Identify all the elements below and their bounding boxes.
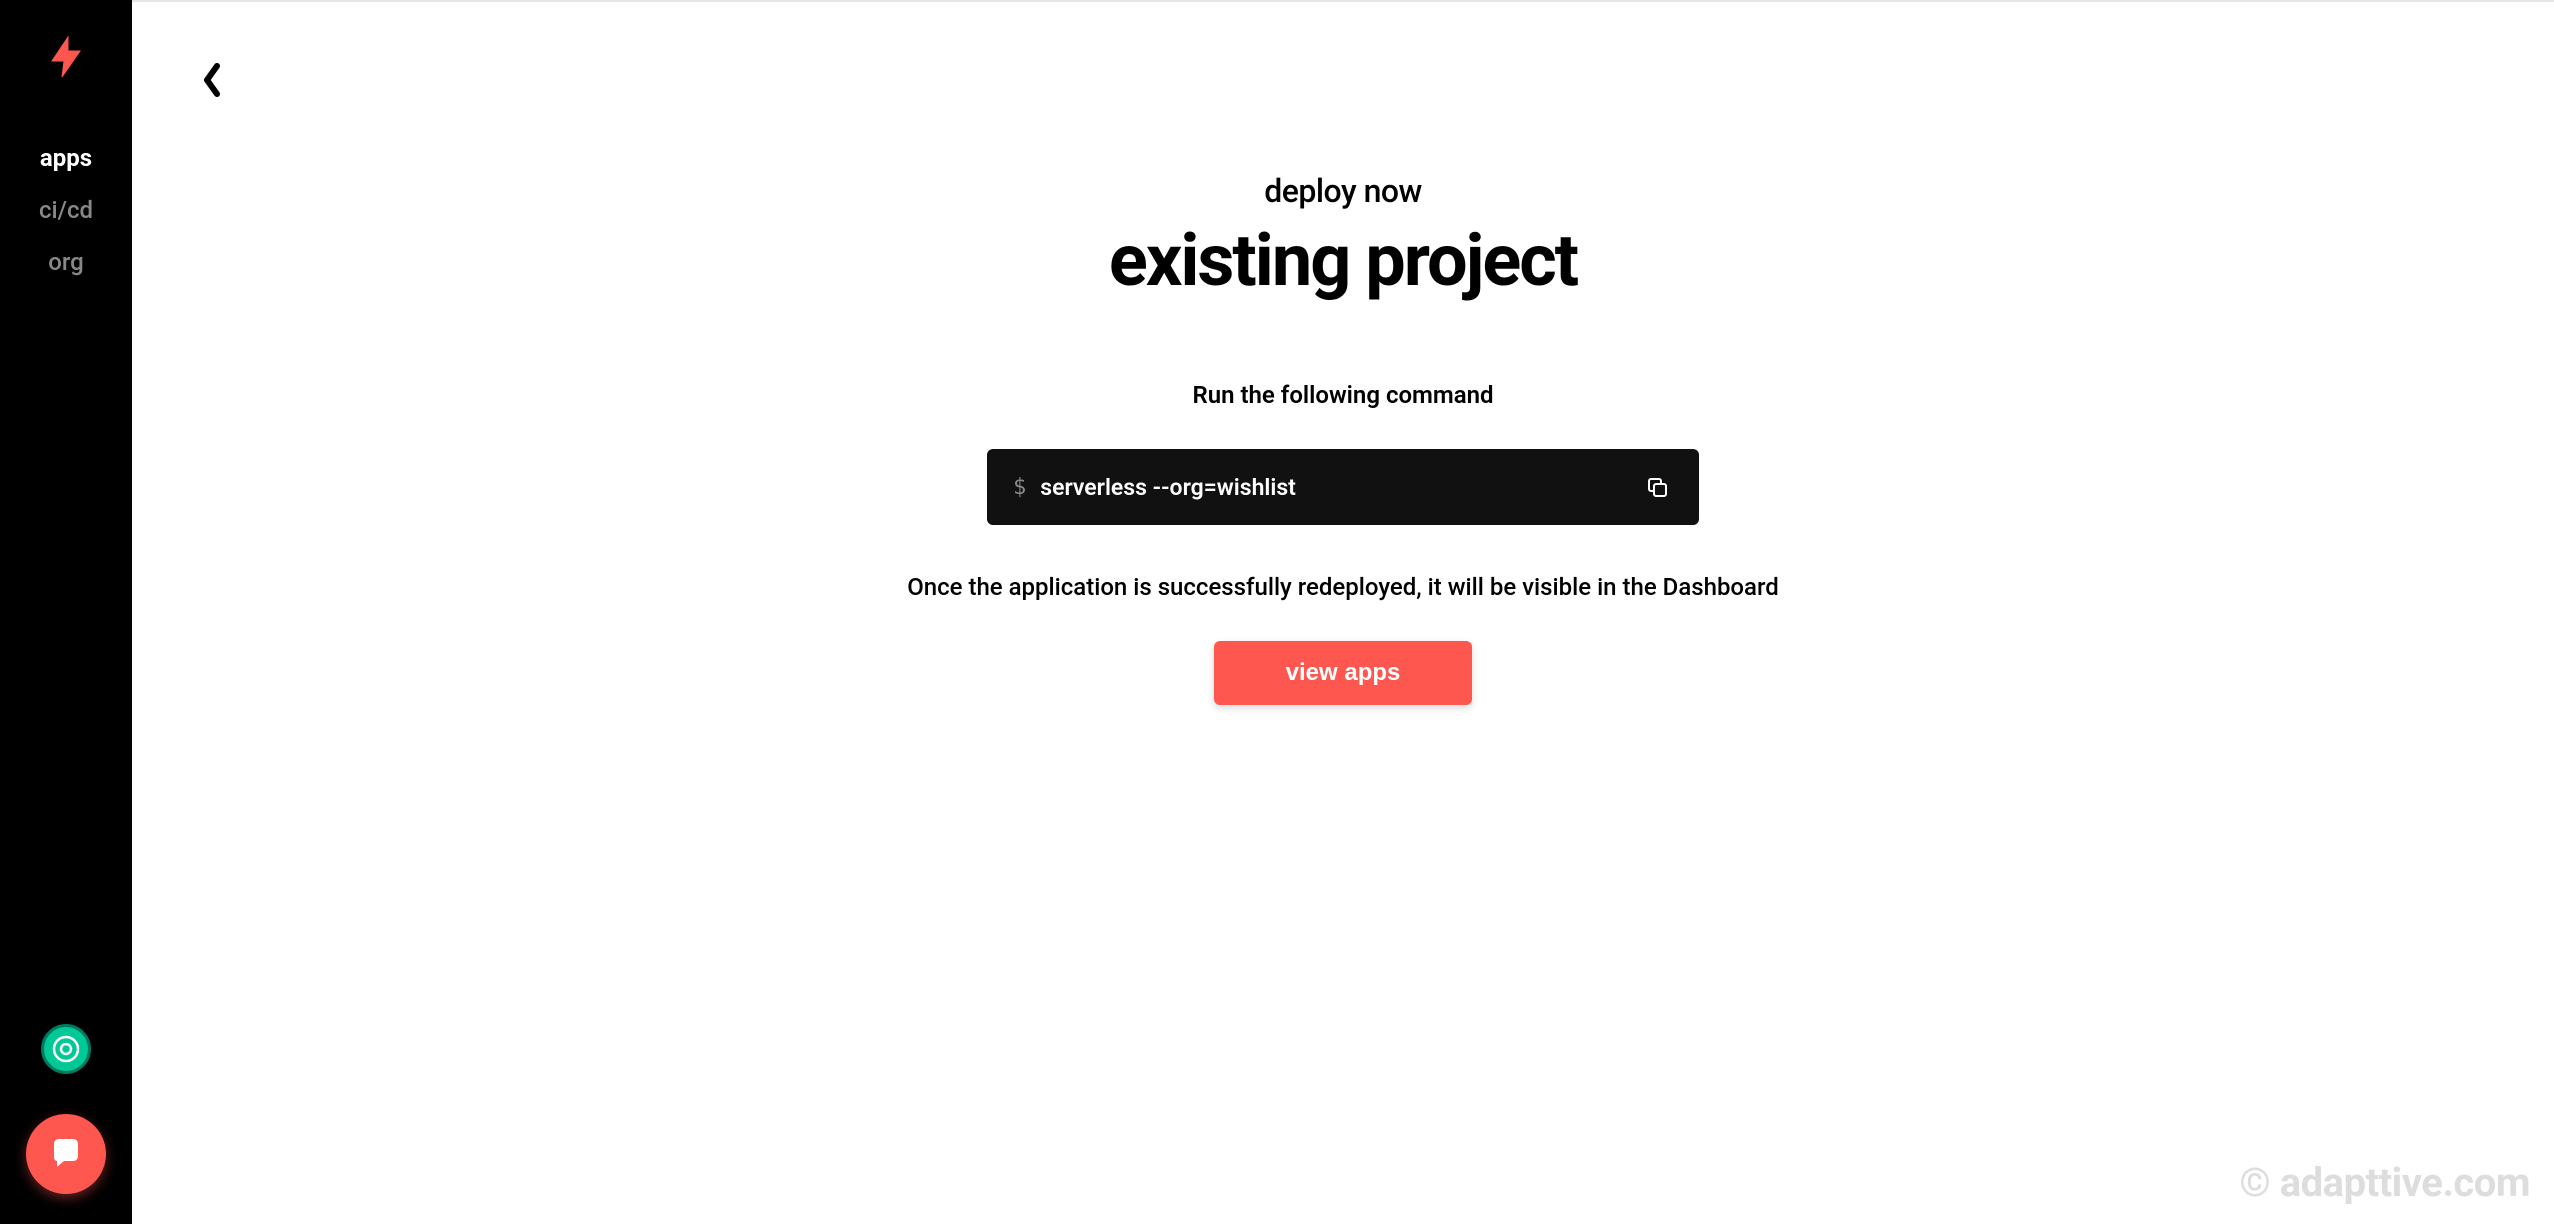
nav-item-cicd[interactable]: ci/cd	[0, 184, 132, 236]
instruction-text: Run the following command	[1192, 381, 1493, 409]
watermark: © adapttive.com	[2239, 1159, 2530, 1206]
nav-item-apps[interactable]: apps	[0, 132, 132, 184]
command-text-wrapper: $ serverless --org=wishlist	[1013, 474, 1296, 501]
chat-icon	[46, 1134, 86, 1174]
page-title: existing project	[1109, 218, 1577, 303]
logo-icon[interactable]	[46, 32, 86, 82]
command-box: $ serverless --org=wishlist	[987, 449, 1699, 525]
back-button[interactable]	[194, 54, 230, 110]
sidebar: apps ci/cd org	[0, 0, 132, 1224]
command-prompt: $	[1013, 475, 1026, 500]
page-subtitle: deploy now	[1264, 172, 1422, 210]
content-area: deploy now existing project Run the foll…	[893, 172, 1793, 705]
chevron-left-icon	[202, 62, 222, 98]
chat-button[interactable]	[26, 1114, 106, 1194]
view-apps-button[interactable]: view apps	[1214, 641, 1473, 705]
description-text: Once the application is successfully red…	[907, 573, 1779, 601]
command-text: serverless --org=wishlist	[1040, 474, 1296, 501]
sidebar-bottom	[0, 1024, 132, 1194]
copy-icon	[1645, 475, 1669, 499]
main-content: deploy now existing project Run the foll…	[132, 0, 2554, 1224]
copy-button[interactable]	[1641, 471, 1673, 503]
user-avatar[interactable]	[41, 1024, 91, 1074]
nav-item-org[interactable]: org	[0, 236, 132, 288]
